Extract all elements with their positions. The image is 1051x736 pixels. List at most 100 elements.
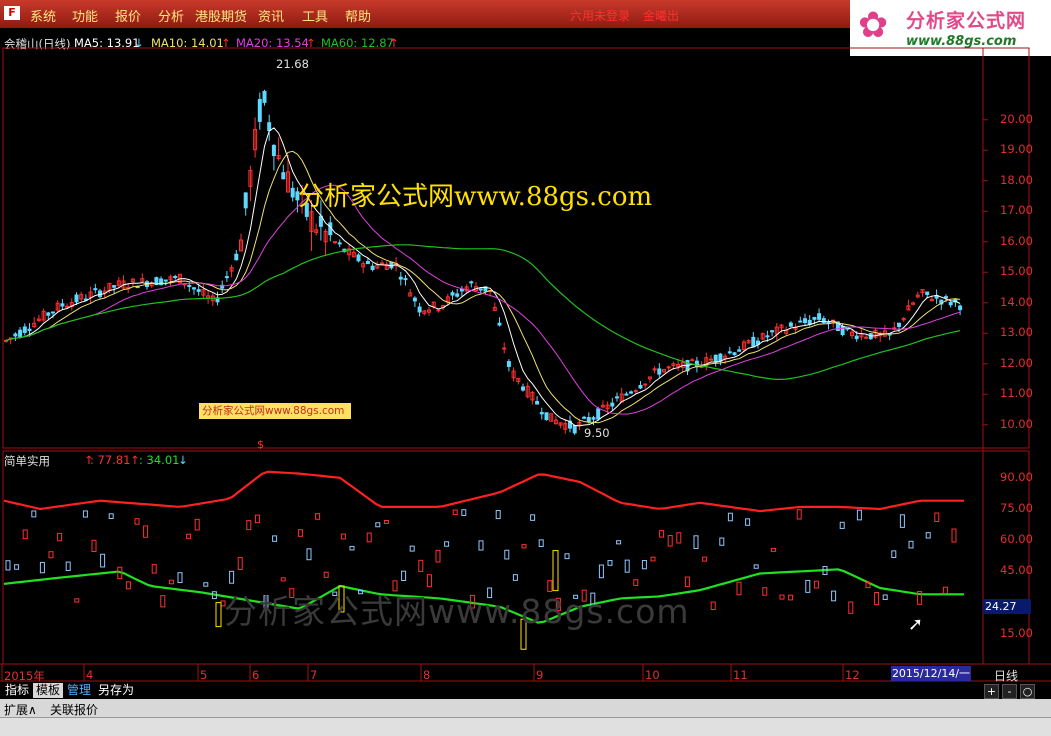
osc-box bbox=[315, 513, 321, 520]
osc-box bbox=[839, 521, 845, 529]
osc-box bbox=[598, 564, 604, 579]
add-icon[interactable]: + bbox=[984, 684, 999, 699]
candle-body bbox=[243, 192, 248, 209]
candle-body bbox=[751, 336, 756, 348]
osc-box bbox=[512, 574, 518, 581]
osc-box bbox=[805, 579, 811, 593]
osc-bottom-band bbox=[3, 568, 964, 624]
candle-body bbox=[897, 322, 901, 327]
candle-body bbox=[629, 391, 634, 394]
osc-box bbox=[753, 564, 759, 569]
tab-indicator[interactable]: 指标 bbox=[2, 683, 32, 698]
candle-body bbox=[295, 191, 300, 201]
indicator-name[interactable]: 简单实用 bbox=[4, 453, 50, 469]
candle-body bbox=[535, 400, 540, 405]
candle-body bbox=[812, 317, 817, 320]
tab-template[interactable]: 模板 bbox=[33, 683, 64, 698]
osc-box bbox=[547, 580, 553, 592]
osc-box bbox=[392, 580, 398, 592]
candle-body bbox=[365, 261, 370, 265]
tab-save-as[interactable]: 另存为 bbox=[95, 683, 137, 698]
osc-box bbox=[340, 533, 346, 540]
date-tick: 10 bbox=[645, 668, 660, 682]
candle-body bbox=[112, 285, 117, 288]
candle-body bbox=[591, 417, 596, 420]
osc-box bbox=[444, 541, 450, 547]
candle-body bbox=[337, 242, 342, 245]
osc-box bbox=[100, 553, 106, 568]
candle-body bbox=[944, 296, 948, 299]
date-tick: 4 bbox=[86, 668, 94, 682]
osc-box bbox=[693, 535, 699, 550]
osc-box bbox=[401, 570, 407, 582]
osc-box bbox=[349, 546, 355, 551]
price-tick: 13.00 bbox=[1000, 325, 1033, 340]
osc-box bbox=[383, 519, 389, 524]
related-quote-button[interactable]: 关联报价 bbox=[50, 701, 98, 718]
osc-box bbox=[366, 532, 372, 543]
osc-box bbox=[925, 532, 931, 539]
candle-body bbox=[257, 99, 262, 122]
candle-body bbox=[958, 305, 963, 311]
osc-box bbox=[495, 510, 501, 520]
remove-icon[interactable]: - bbox=[1002, 684, 1017, 699]
osc-box bbox=[908, 540, 914, 549]
candle-body bbox=[817, 313, 822, 320]
date-tick: 5 bbox=[200, 668, 208, 682]
osc-frame bbox=[2, 450, 1030, 665]
osc-box bbox=[57, 532, 63, 542]
candle-body bbox=[727, 351, 732, 354]
osc-box bbox=[813, 580, 819, 589]
osc-box bbox=[409, 545, 415, 552]
osc-box bbox=[65, 561, 71, 571]
candle-body bbox=[854, 335, 859, 340]
high-price-label: 21.68 bbox=[276, 57, 309, 71]
tab-manage[interactable]: 管理 bbox=[64, 683, 94, 698]
candle-body bbox=[798, 320, 803, 323]
oscillator bbox=[3, 470, 964, 650]
candle-body bbox=[643, 383, 648, 386]
date-tick: 6 bbox=[252, 668, 260, 682]
osc-box bbox=[39, 561, 45, 574]
candle-body bbox=[65, 305, 70, 308]
osc-box bbox=[504, 549, 510, 560]
candle-body bbox=[281, 172, 286, 180]
osc-box bbox=[745, 518, 751, 526]
osc-box bbox=[538, 539, 544, 547]
candle-body bbox=[27, 328, 32, 332]
ma60-line bbox=[5, 244, 961, 380]
osc-box bbox=[297, 529, 303, 537]
price-tick: 16.00 bbox=[1000, 233, 1033, 248]
candle-body bbox=[60, 303, 65, 307]
candle-body bbox=[615, 396, 619, 399]
osc-box bbox=[478, 540, 484, 551]
price-frame bbox=[2, 47, 1030, 449]
osc-box bbox=[461, 509, 467, 516]
chart-area[interactable] bbox=[0, 0, 1051, 735]
osc-box bbox=[82, 510, 88, 518]
osc-box bbox=[676, 532, 682, 544]
osc-box bbox=[874, 591, 880, 606]
date-tick: 11 bbox=[733, 668, 748, 682]
osc-box bbox=[358, 589, 364, 595]
osc-box bbox=[684, 576, 690, 588]
date-tick: 12 bbox=[845, 668, 860, 682]
price-tick: 11.00 bbox=[1000, 386, 1033, 401]
candle-body bbox=[51, 311, 55, 314]
candle-body bbox=[262, 90, 267, 103]
osc-box bbox=[555, 597, 561, 611]
expand-button[interactable]: 扩展∧ bbox=[4, 701, 37, 718]
candle-body bbox=[732, 352, 737, 356]
candle-body bbox=[586, 417, 591, 423]
candle-body bbox=[46, 312, 51, 316]
candle-body bbox=[765, 335, 770, 338]
osc-box bbox=[856, 509, 862, 521]
circle-icon[interactable]: ○ bbox=[1020, 684, 1035, 699]
osc-box bbox=[641, 560, 647, 570]
osc-box bbox=[306, 548, 312, 561]
candle-body bbox=[290, 187, 295, 198]
osc-box bbox=[951, 528, 957, 543]
indicator-value-2: : 34.01 bbox=[139, 453, 180, 467]
osc-box bbox=[899, 514, 905, 528]
osc-box bbox=[5, 560, 11, 571]
